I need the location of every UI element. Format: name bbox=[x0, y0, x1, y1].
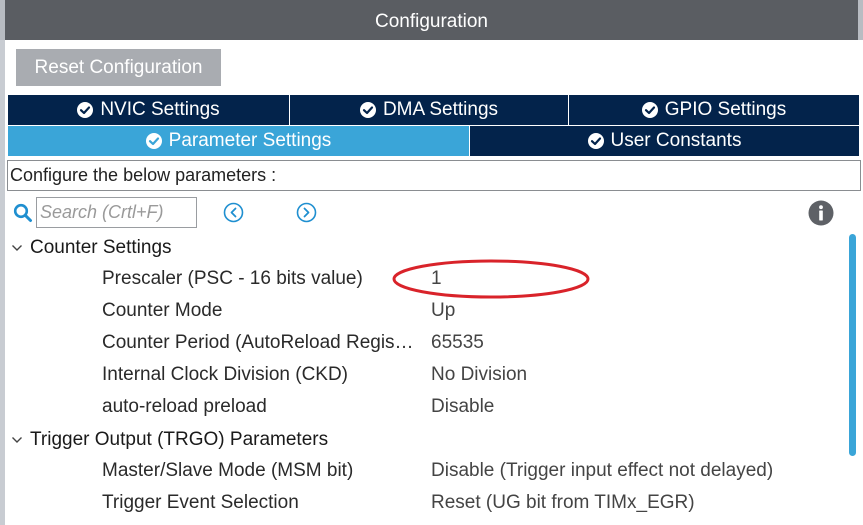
param-row-counter-mode[interactable]: Counter Mode Up bbox=[0, 296, 848, 328]
search-input[interactable] bbox=[36, 197, 197, 228]
window-title-bar: Configuration bbox=[0, 0, 863, 40]
tab-gpio-settings[interactable]: GPIO Settings bbox=[569, 95, 859, 125]
param-label: Master/Slave Mode (MSM bit) bbox=[102, 460, 354, 481]
param-label: Internal Clock Division (CKD) bbox=[102, 364, 349, 385]
param-label: auto-reload preload bbox=[102, 396, 267, 417]
param-value[interactable]: Up bbox=[431, 300, 455, 322]
param-value[interactable]: Reset (UG bit from TIMx_EGR) bbox=[431, 492, 695, 514]
param-value[interactable]: 1 bbox=[431, 268, 442, 290]
tab-nvic-settings[interactable]: NVIC Settings bbox=[8, 95, 289, 125]
next-result-icon[interactable] bbox=[296, 202, 317, 223]
param-label: Trigger Event Selection bbox=[102, 492, 299, 513]
chevron-down-icon bbox=[12, 245, 22, 251]
check-circle-icon bbox=[641, 102, 658, 118]
param-row-prescaler[interactable]: Prescaler (PSC - 16 bits value) 1 bbox=[0, 264, 848, 296]
param-value[interactable]: 65535 bbox=[431, 332, 484, 354]
search-icon[interactable] bbox=[13, 203, 33, 223]
param-value[interactable]: Disable (Trigger input effect not delaye… bbox=[431, 460, 773, 482]
tab-label: Parameter Settings bbox=[168, 130, 332, 151]
check-circle-icon bbox=[145, 133, 162, 149]
param-value[interactable]: No Division bbox=[431, 364, 527, 386]
param-value[interactable]: Disable bbox=[431, 396, 494, 418]
group-title: Trigger Output (TRGO) Parameters bbox=[30, 429, 329, 450]
previous-result-icon[interactable] bbox=[223, 202, 244, 223]
check-circle-icon bbox=[77, 102, 94, 118]
param-row-trigger-event-selection[interactable]: Trigger Event Selection Reset (UG bit fr… bbox=[0, 488, 848, 520]
reset-configuration-button[interactable]: Reset Configuration bbox=[16, 49, 221, 86]
check-circle-icon bbox=[359, 102, 376, 118]
param-row-master-slave-mode[interactable]: Master/Slave Mode (MSM bit) Disable (Tri… bbox=[0, 456, 848, 488]
tab-label: GPIO Settings bbox=[664, 99, 787, 120]
param-label: Prescaler (PSC - 16 bits value) bbox=[102, 268, 363, 289]
param-row-clock-division[interactable]: Internal Clock Division (CKD) No Divisio… bbox=[0, 360, 848, 392]
chevron-down-icon bbox=[12, 437, 22, 443]
tab-parameter-settings[interactable]: Parameter Settings bbox=[8, 126, 469, 156]
group-trigger-output[interactable]: Trigger Output (TRGO) Parameters bbox=[10, 428, 328, 452]
group-counter-settings[interactable]: Counter Settings bbox=[10, 236, 172, 260]
tab-label: User Constants bbox=[610, 130, 742, 151]
check-circle-icon bbox=[587, 133, 604, 149]
tab-user-constants[interactable]: User Constants bbox=[470, 126, 859, 156]
param-row-counter-period[interactable]: Counter Period (AutoReload Regis… 65535 bbox=[0, 328, 848, 360]
info-icon[interactable] bbox=[808, 200, 834, 226]
scrollbar-thumb[interactable] bbox=[849, 234, 856, 456]
param-row-auto-reload-preload[interactable]: auto-reload preload Disable bbox=[0, 392, 848, 424]
param-label: Counter Mode bbox=[102, 300, 223, 321]
param-label: Counter Period (AutoReload Regis… bbox=[102, 332, 414, 353]
tab-label: NVIC Settings bbox=[100, 99, 220, 120]
window-title: Configuration bbox=[374, 11, 489, 32]
description-box: Configure the below parameters : bbox=[7, 160, 861, 191]
tab-dma-settings[interactable]: DMA Settings bbox=[290, 95, 568, 125]
description-text: Configure the below parameters : bbox=[10, 165, 277, 185]
group-title: Counter Settings bbox=[30, 237, 172, 258]
tab-label: DMA Settings bbox=[382, 99, 499, 120]
